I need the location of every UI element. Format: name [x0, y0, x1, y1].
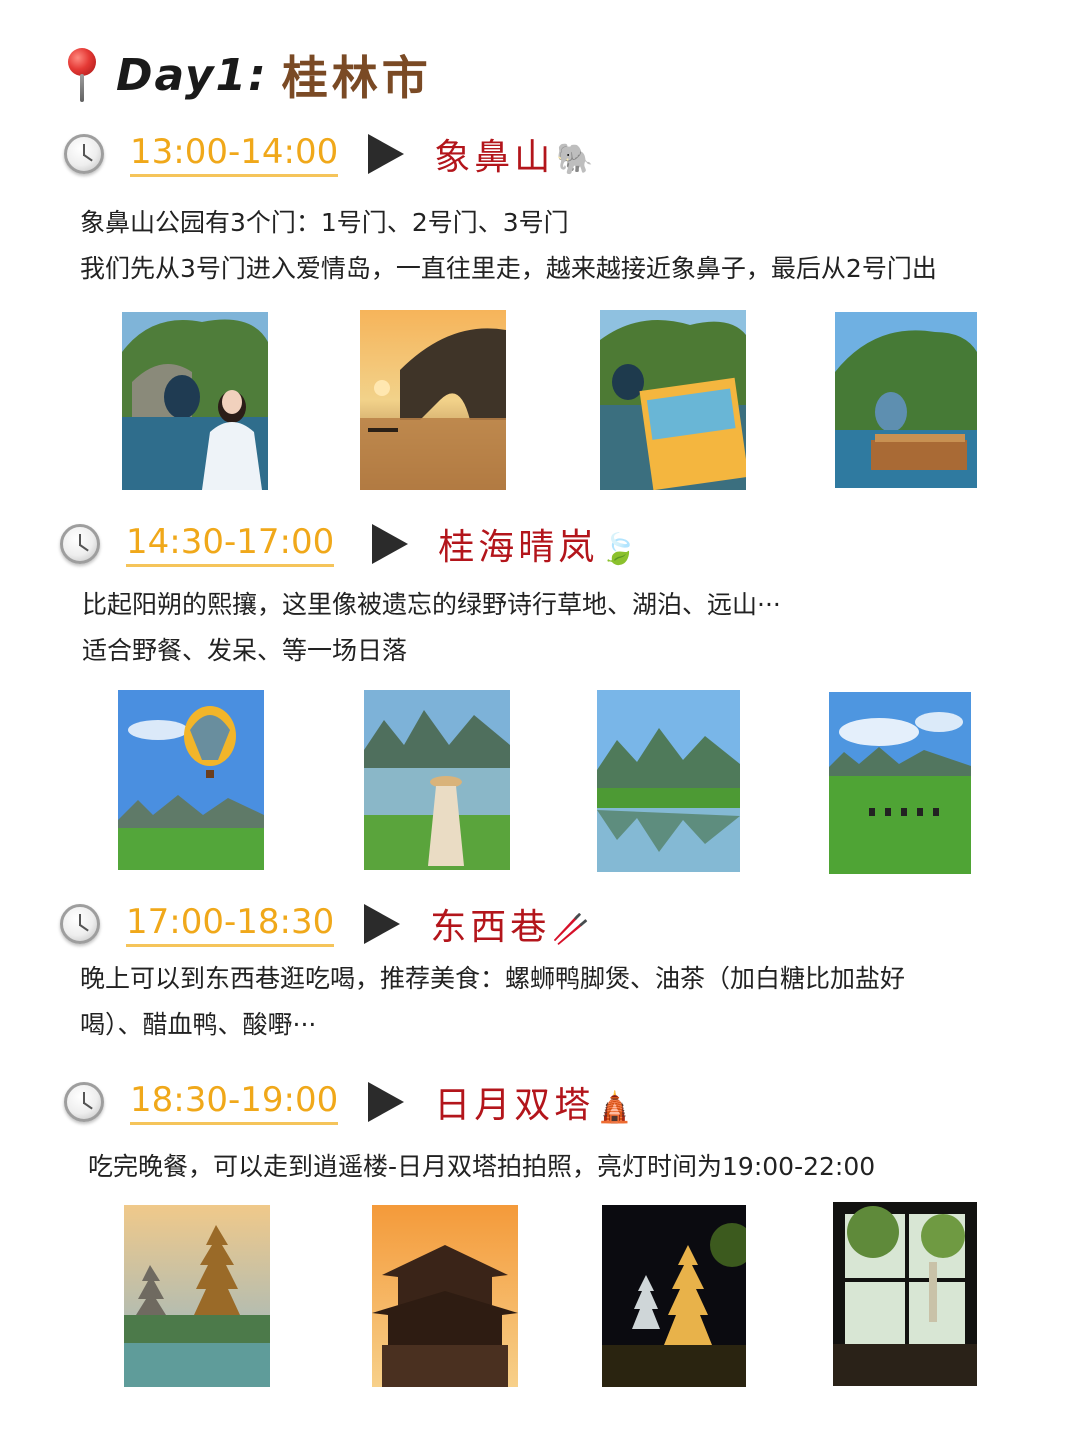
section-place: 象鼻山🐘: [434, 137, 598, 178]
section-time: 14:30-17:00: [126, 522, 335, 567]
chopsticks-icon: 🥢: [552, 912, 594, 947]
description-line: 我们先从3号门进入爱情岛，一直往里走，越来越接近象鼻子，最后从2号门出: [80, 254, 937, 283]
description-line: 吃完晚餐，可以走到逍遥楼-日月双塔拍拍照，亮灯时间为19:00-22:00: [88, 1152, 876, 1181]
section-description-1: 象鼻山公园有3个门：1号门、2号门、3号门 我们先从3号门进入爱情岛，一直往里走…: [80, 200, 937, 292]
section-time: 18:30-19:00: [130, 1080, 339, 1125]
section-header-3: 17:00-18:30 东西巷🥢: [60, 898, 594, 950]
elephant-icon: 🐘: [556, 142, 598, 177]
lake-woman-hat-photo: [364, 690, 510, 870]
xiaoyao-tower-sunset-photo: [372, 1205, 518, 1387]
twin-pagodas-night-photo: [602, 1205, 746, 1387]
clock-icon: [64, 1082, 104, 1122]
title-city: 桂林市: [281, 51, 432, 105]
section-header-4: 18:30-19:00 日月双塔🛕: [64, 1076, 638, 1128]
section-place: 桂海晴岚🍃: [438, 527, 642, 568]
elephant-trunk-hill-woman-photo: [122, 312, 268, 490]
pagoda-icon: 🛕: [596, 1090, 638, 1125]
play-arrow-icon: [368, 1082, 405, 1122]
section-place: 日月双塔🛕: [434, 1085, 638, 1126]
play-arrow-icon: [364, 904, 401, 944]
leaf-icon: 🍃: [600, 532, 642, 567]
clock-icon: [60, 524, 100, 564]
section-description-2: 比起阳朔的熙攘，这里像被遗忘的绿野诗行草地、湖泊、远山··· 适合野餐、发呆、等…: [82, 582, 781, 674]
elephant-trunk-hill-boat-photo: [835, 312, 977, 488]
section-header-1: 13:00-14:00 象鼻山🐘: [64, 128, 598, 180]
mountain-reflection-photo: [597, 690, 740, 872]
page-title: Day1: 桂林市: [62, 42, 432, 108]
section-description-3: 晚上可以到东西巷逛吃喝，推荐美食：螺蛳鸭脚煲、油茶（加白糖比加盐好 喝）、醋血鸭…: [80, 956, 905, 1048]
clock-icon: [64, 134, 104, 174]
title-day: Day1:: [116, 49, 268, 101]
play-arrow-icon: [372, 524, 409, 564]
description-line: 适合野餐、发呆、等一场日落: [82, 636, 408, 665]
description-line: 象鼻山公园有3个门：1号门、2号门、3号门: [80, 208, 569, 237]
description-line: 比起阳朔的熙攘，这里像被遗忘的绿野诗行草地、湖泊、远山···: [82, 590, 781, 619]
map-pin-icon: [62, 44, 102, 106]
section-time: 13:00-14:00: [130, 132, 339, 177]
section-place: 东西巷🥢: [430, 907, 594, 948]
description-line: 晚上可以到东西巷逛吃喝，推荐美食：螺蛳鸭脚煲、油茶（加白糖比加盐好: [80, 964, 906, 993]
play-arrow-icon: [368, 134, 405, 174]
window-pagoda-view-photo: [833, 1202, 977, 1386]
clock-icon: [60, 904, 100, 944]
description-line: 喝）、醋血鸭、酸嘢···: [80, 1010, 317, 1039]
section-description-4: 吃完晚餐，可以走到逍遥楼-日月双塔拍拍照，亮灯时间为19:00-22:00: [88, 1144, 875, 1190]
twin-pagodas-day-photo: [124, 1205, 270, 1387]
section-header-2: 14:30-17:00 桂海晴岚🍃: [60, 518, 642, 570]
elephant-trunk-hill-textbook-photo: [600, 310, 746, 490]
meadow-geese-photo: [829, 692, 971, 874]
hot-air-balloon-photo: [118, 690, 264, 870]
section-time: 17:00-18:30: [126, 902, 335, 947]
elephant-trunk-hill-sunset-photo: [360, 310, 506, 490]
